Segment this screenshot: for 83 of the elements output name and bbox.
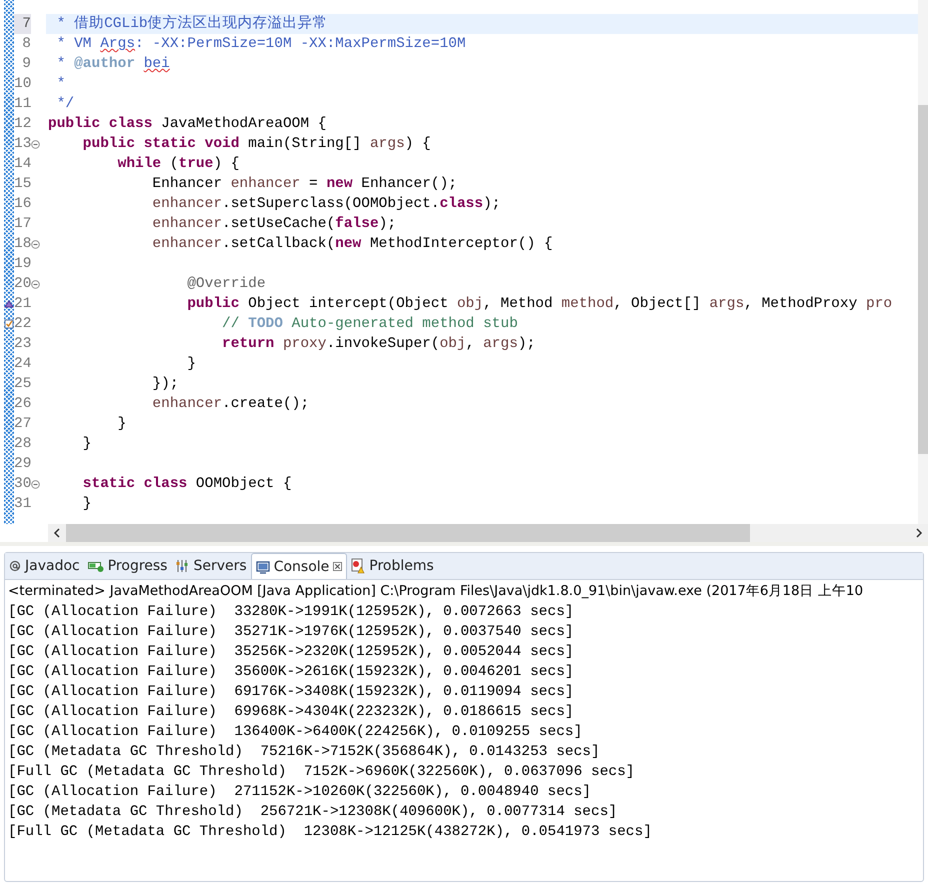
code-line: } xyxy=(82,436,92,452)
code-line: enhancer.setUseCache(false); xyxy=(151,216,396,232)
code-line: } xyxy=(186,356,196,372)
code-line: // TODO Auto-generated method stub xyxy=(221,316,518,332)
code-line: } xyxy=(82,496,92,512)
line-number: 26 xyxy=(14,395,31,414)
override-triangle-icon xyxy=(4,299,14,309)
code-line: public class JavaMethodAreaOOM { xyxy=(48,116,326,132)
console-line: [GC (Allocation Failure) 35256K->2320K(125952K), 0.0052044 secs] xyxy=(8,643,575,662)
line-number: 15 xyxy=(14,175,31,194)
line-number: 19 xyxy=(14,255,31,274)
line-number: 7 xyxy=(14,14,31,34)
scroll-right-icon[interactable] xyxy=(914,528,924,538)
warning-error-icon xyxy=(351,558,366,574)
console-status: <terminated> JavaMethodAreaOOM [Java Application] C:\Program Files\Java\jdk1.8.0_91\bin\javaw.exe (2017年6月18日 上午10 xyxy=(7,582,864,601)
code-line: */ xyxy=(56,96,74,112)
console-line: [GC (Allocation Failure) 33280K->1991K(125952K), 0.0072663 secs] xyxy=(8,603,575,622)
line-number: 13 xyxy=(14,135,31,154)
horizontal-scrollbar[interactable] xyxy=(48,524,928,542)
code-line: * @author bei xyxy=(56,56,170,72)
line-number: 21 xyxy=(14,295,31,314)
line-number: 31 xyxy=(14,495,31,514)
console-line: [GC (Allocation Failure) 35271K->1976K(125952K), 0.0037540 secs] xyxy=(8,623,575,642)
panel-tab[interactable]: Console xyxy=(250,553,348,579)
line-number: 18 xyxy=(14,235,31,254)
code-line: return proxy.invokeSuper(obj, args); xyxy=(221,336,536,352)
scroll-left-icon[interactable] xyxy=(52,528,62,538)
code-editor[interactable] xyxy=(0,0,928,546)
panel-tab[interactable]: Servers xyxy=(171,553,251,579)
line-number: 22 xyxy=(14,315,31,334)
console-line: [Full GC (Metadata GC Threshold) 12308K->12125K(438272K), 0.0541973 secs] xyxy=(8,823,653,842)
code-line: enhancer.setCallback(new MethodInterceptor() { xyxy=(151,236,553,252)
line-number: 23 xyxy=(14,335,31,354)
console-line: [GC (Allocation Failure) 271152K->10260K(322560K), 0.0048940 secs] xyxy=(8,783,592,802)
line-number: 20 xyxy=(14,275,31,294)
line-number: 17 xyxy=(14,215,31,234)
collapse-icon[interactable] xyxy=(31,480,40,488)
at-sign-icon xyxy=(9,560,21,572)
line-number: 9 xyxy=(21,55,31,74)
panel-tab[interactable]: Javadoc xyxy=(5,553,84,579)
console-line: [GC (Allocation Failure) 69176K->3408K(159232K), 0.0119094 secs] xyxy=(8,683,575,702)
code-line: }); xyxy=(151,376,179,392)
collapse-icon[interactable] xyxy=(31,240,40,248)
code-line: public static void main(String[] args) { xyxy=(82,136,431,152)
sliders-icon xyxy=(175,559,190,573)
panel-tab[interactable]: Progress xyxy=(84,553,172,579)
line-number: 16 xyxy=(14,195,31,214)
line-number: 29 xyxy=(14,455,31,474)
code-line: * VM Args: -XX:PermSize=10M -XX:MaxPermSize=10M xyxy=(56,36,466,52)
console-line: [GC (Allocation Failure) 136400K->6400K(224256K), 0.0109255 secs] xyxy=(8,723,584,742)
line-number: 27 xyxy=(14,415,31,434)
line-number: 14 xyxy=(14,155,31,174)
line-number: 28 xyxy=(14,435,31,454)
code-line: public Object intercept(Object obj, Method method, Object[] args, MethodProxy pro xyxy=(186,296,892,312)
code-line: Enhancer enhancer = new Enhancer(); xyxy=(151,176,457,192)
panel-tab[interactable]: Problems xyxy=(347,553,438,579)
vertical-scrollbar[interactable] xyxy=(918,0,928,524)
task-checklist-icon xyxy=(4,319,14,329)
monitor-icon xyxy=(256,560,270,574)
line-number: 30 xyxy=(14,475,31,494)
code-line: * 借助CGLib使方法区出现内存溢出异常 xyxy=(56,16,328,32)
console-line: [GC (Allocation Failure) 69968K->4304K(223232K), 0.0186615 secs] xyxy=(8,703,575,722)
console-line: [GC (Metadata GC Threshold) 75216K->7152K(356864K), 0.0143253 secs] xyxy=(8,743,601,762)
progress-bar-icon xyxy=(88,560,104,572)
code-line: while (true) { xyxy=(116,156,240,172)
line-number: 10 xyxy=(14,75,31,94)
console-line: [GC (Metadata GC Threshold) 256721K->12308K(409600K), 0.0077314 secs] xyxy=(8,803,618,822)
code-line: @Override xyxy=(186,276,266,292)
code-line: enhancer.setSuperclass(OOMObject.class); xyxy=(151,196,500,212)
line-number: 8 xyxy=(21,35,31,54)
close-icon[interactable] xyxy=(333,562,342,571)
line-number: 24 xyxy=(14,355,31,374)
console-line: [GC (Allocation Failure) 35600K->2616K(159232K), 0.0046201 secs] xyxy=(8,663,575,682)
line-number: 25 xyxy=(14,375,31,394)
code-line: enhancer.create(); xyxy=(151,396,310,412)
code-line: } xyxy=(116,416,126,432)
code-line: static class OOMObject { xyxy=(82,476,292,492)
line-number: 12 xyxy=(14,115,31,134)
collapse-icon[interactable] xyxy=(31,280,40,288)
code-line: * xyxy=(56,76,66,92)
line-number: 11 xyxy=(14,95,31,114)
console-line: [Full GC (Metadata GC Threshold) 7152K->6960K(322560K), 0.0637096 secs] xyxy=(8,763,636,782)
collapse-icon[interactable] xyxy=(31,140,40,148)
